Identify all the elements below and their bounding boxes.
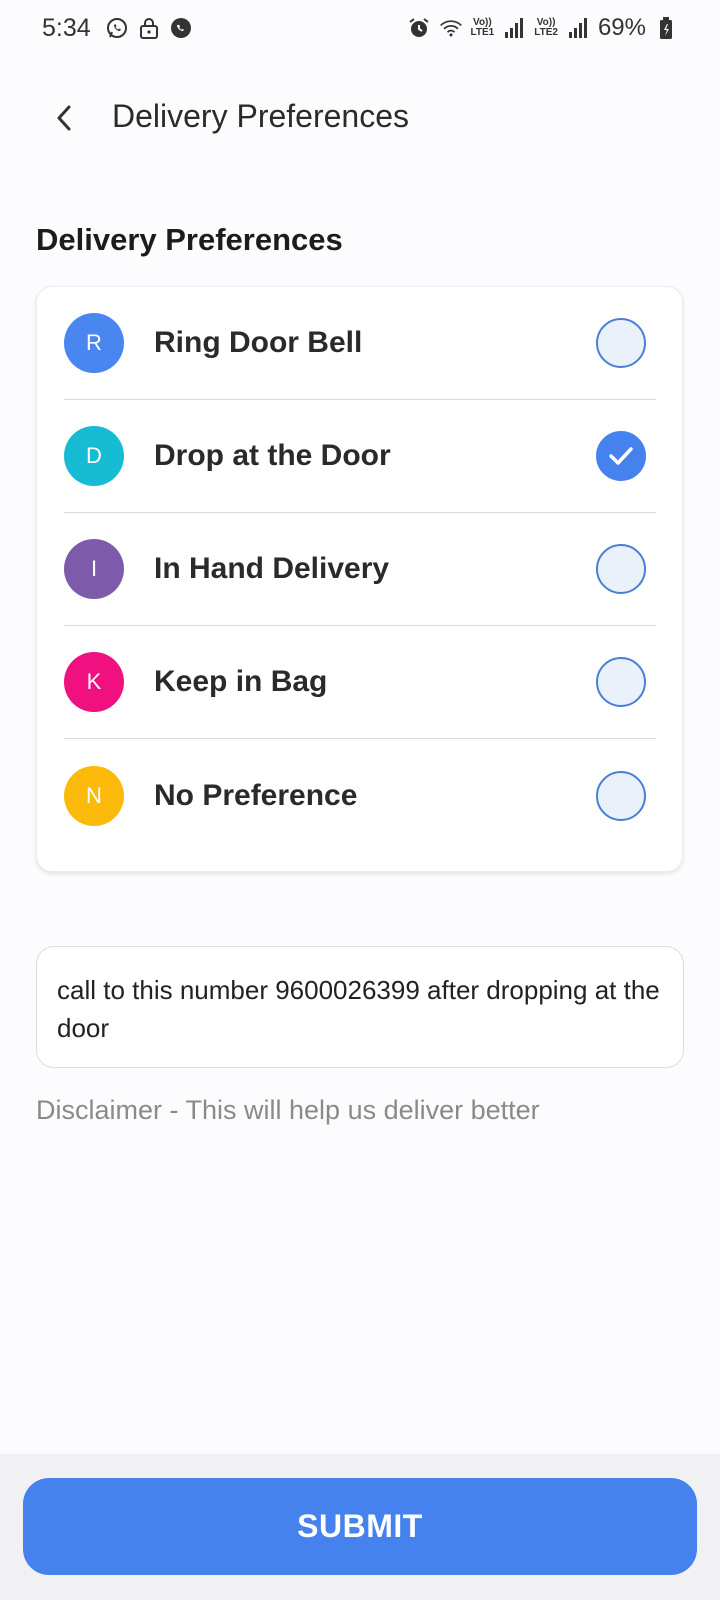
- option-avatar: I: [64, 539, 124, 599]
- lock-icon: [137, 16, 161, 40]
- option-avatar: N: [64, 765, 124, 826]
- signal-icon: [502, 16, 526, 40]
- net1-bottom: LTE1: [470, 27, 495, 38]
- option-avatar: D: [64, 426, 124, 486]
- option-label: Keep in Bag: [154, 665, 328, 698]
- option-ring-door-bell[interactable]: R Ring Door Bell: [64, 287, 656, 400]
- option-drop-at-the-door[interactable]: D Drop at the Door: [64, 400, 656, 513]
- option-label: Ring Door Bell: [154, 326, 363, 359]
- network-1-label: Vo)) LTE1: [471, 18, 495, 38]
- net2-bottom: LTE2: [534, 27, 558, 38]
- option-label: In Hand Delivery: [154, 552, 390, 585]
- wifi-icon: [439, 16, 463, 40]
- chat-icon: [169, 16, 193, 40]
- chevron-left-icon: [57, 105, 71, 131]
- page-title: Delivery Preferences: [112, 98, 409, 134]
- back-button[interactable]: [44, 98, 84, 138]
- radio-button[interactable]: [596, 770, 646, 821]
- whatsapp-icon: [105, 16, 129, 40]
- signal-icon: [566, 16, 590, 40]
- avatar-initial: I: [90, 556, 98, 581]
- option-avatar: K: [64, 652, 124, 712]
- option-keep-in-bag[interactable]: K Keep in Bag: [64, 626, 656, 739]
- option-in-hand-delivery[interactable]: I In Hand Delivery: [64, 513, 656, 626]
- alarm-icon: [407, 16, 431, 40]
- battery-percent: 69%: [597, 14, 646, 41]
- submit-button[interactable]: SUBMIT: [23, 1478, 697, 1575]
- avatar-initial: D: [86, 443, 102, 468]
- battery-icon: [654, 16, 678, 40]
- option-no-preference[interactable]: N No Preference: [64, 739, 656, 852]
- option-label: No Preference: [154, 778, 358, 812]
- option-avatar: R: [64, 313, 124, 373]
- status-bar: 5:34 Vo)) LTE1 Vo)) LTE2 69%: [0, 0, 720, 56]
- radio-button[interactable]: [596, 431, 646, 481]
- status-right: Vo)) LTE1 Vo)) LTE2 69%: [407, 14, 678, 42]
- checkmark-icon: [609, 447, 633, 465]
- avatar-initial: R: [86, 330, 102, 355]
- radio-button[interactable]: [596, 544, 646, 594]
- app-header: Delivery Preferences: [0, 80, 720, 154]
- status-left: 5:34: [42, 14, 193, 43]
- status-time: 5:34: [42, 13, 91, 42]
- avatar-initial: N: [86, 782, 102, 808]
- section-title: Delivery Preferences: [36, 222, 343, 257]
- option-label: Drop at the Door: [154, 439, 391, 472]
- delivery-options-card: R Ring Door Bell D Drop at the Door I In…: [36, 286, 683, 872]
- avatar-initial: K: [86, 669, 102, 694]
- radio-button[interactable]: [596, 318, 646, 368]
- radio-button[interactable]: [596, 657, 646, 707]
- network-2-label: Vo)) LTE2: [534, 18, 558, 38]
- disclaimer-text: Disclaimer - This will help us deliver b…: [36, 1095, 540, 1125]
- delivery-note-input[interactable]: call to this number 9600026399 after dro…: [36, 946, 684, 1068]
